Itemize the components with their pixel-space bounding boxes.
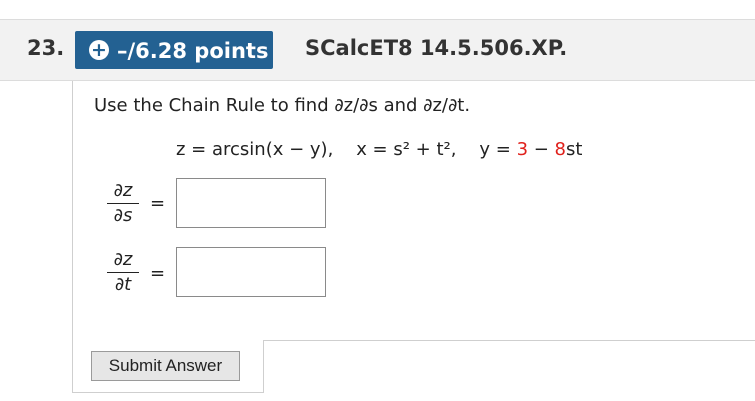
plus-icon: + bbox=[89, 40, 109, 60]
given-equations: z = arcsin(x − y), x = s² + t², y = 3 − … bbox=[176, 139, 582, 160]
fraction-bar bbox=[107, 203, 139, 204]
question-box bbox=[72, 81, 755, 393]
y-definition-prefix: y = bbox=[479, 139, 517, 160]
points-label: –/6.28 points bbox=[117, 39, 269, 63]
assignment-code: SCalcET8 14.5.506.XP. bbox=[305, 36, 568, 60]
question-header: 23. + –/6.28 points SCalcET8 14.5.506.XP… bbox=[0, 19, 755, 81]
equals-sign: = bbox=[150, 263, 166, 284]
fraction-numerator: ∂z bbox=[113, 180, 133, 201]
fraction-denominator: ∂s bbox=[113, 205, 133, 226]
box-divider bbox=[263, 340, 264, 393]
box-divider bbox=[263, 340, 755, 341]
fraction-bar bbox=[107, 272, 139, 273]
points-badge-button[interactable]: + –/6.28 points bbox=[75, 31, 273, 69]
fraction-denominator: ∂t bbox=[114, 274, 132, 295]
y-constant: 3 bbox=[516, 139, 529, 160]
dz-ds-answer-input[interactable] bbox=[176, 178, 326, 228]
z-definition: z = arcsin(x − y), bbox=[176, 139, 334, 160]
equals-sign: = bbox=[150, 193, 166, 214]
y-definition-suffix: st bbox=[566, 139, 583, 160]
y-definition-mid: − bbox=[528, 139, 555, 160]
dz-dt-answer-input[interactable] bbox=[176, 247, 326, 297]
question-prompt: Use the Chain Rule to find ∂z/∂s and ∂z/… bbox=[94, 95, 471, 116]
x-definition: x = s² + t², bbox=[356, 139, 457, 160]
y-coefficient: 8 bbox=[554, 139, 566, 160]
question-number: 23. bbox=[27, 36, 65, 60]
submit-answer-button[interactable]: Submit Answer bbox=[91, 351, 240, 381]
dz-dt-fraction: ∂z ∂t bbox=[103, 250, 143, 295]
box-divider bbox=[72, 392, 264, 393]
fraction-numerator: ∂z bbox=[113, 249, 133, 270]
dz-ds-fraction: ∂z ∂s bbox=[103, 181, 143, 226]
